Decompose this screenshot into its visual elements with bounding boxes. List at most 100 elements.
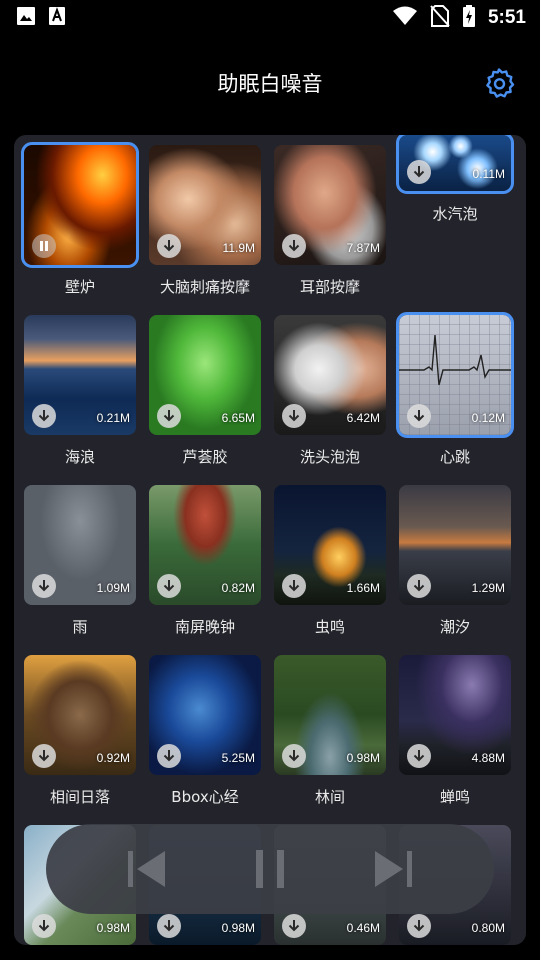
sound-item[interactable]: 1.09M 雨 <box>24 485 140 645</box>
sound-thumbnail: 11.9M <box>149 145 261 265</box>
download-icon[interactable] <box>157 574 181 598</box>
sound-item[interactable]: 11.9M 大脑刺痛按摩 <box>149 145 265 305</box>
sound-item[interactable]: 6.65M 芦荟胶 <box>149 315 265 475</box>
pause-indicator-icon[interactable] <box>32 234 56 258</box>
sound-label: 洗头泡泡 <box>299 448 360 466</box>
sound-item[interactable]: 6.42M 洗头泡泡 <box>274 315 390 475</box>
sound-item[interactable]: 1.29M 潮汐 <box>399 485 515 645</box>
download-icon[interactable] <box>32 914 56 938</box>
file-size: 0.92M <box>96 751 130 765</box>
file-size: 7.87M <box>346 241 380 255</box>
sound-label: 雨 <box>72 618 88 636</box>
sound-label: 壁炉 <box>64 278 95 296</box>
pause-icon <box>255 850 284 888</box>
status-right: 5:51 <box>392 5 526 31</box>
sound-label: 水汽泡 <box>432 205 478 223</box>
sound-thumbnail: 0.92M <box>24 655 136 775</box>
sound-label: 蝉鸣 <box>439 788 470 806</box>
sound-label: 芦荟胶 <box>182 448 228 466</box>
sound-thumbnail: 0.11M <box>396 135 514 194</box>
wifi-icon <box>392 6 418 30</box>
sound-item[interactable]: 1.66M 虫鸣 <box>274 485 390 645</box>
file-size: 0.82M <box>221 581 255 595</box>
file-size: 1.09M <box>96 581 130 595</box>
file-size: 1.29M <box>471 581 505 595</box>
file-size: 0.80M <box>471 921 505 935</box>
download-icon[interactable] <box>407 744 431 768</box>
sound-label: Bbox心经 <box>171 788 239 806</box>
file-size: 0.11M <box>472 167 505 181</box>
download-icon[interactable] <box>32 574 56 598</box>
sound-item[interactable]: 0.12M 心跳 <box>396 312 515 475</box>
download-icon[interactable] <box>157 234 181 258</box>
download-icon[interactable] <box>32 744 56 768</box>
sound-item[interactable]: 0.98M 林间 <box>274 655 390 815</box>
sound-thumbnail: 5.25M <box>149 655 261 775</box>
file-size: 0.21M <box>96 411 130 425</box>
file-size: 0.46M <box>346 921 380 935</box>
gear-icon <box>486 68 515 98</box>
sound-thumbnail: 7.87M <box>274 145 386 265</box>
status-left <box>16 6 66 30</box>
sound-thumbnail: 0.82M <box>149 485 261 605</box>
status-time: 5:51 <box>487 7 526 28</box>
sound-thumbnail: 6.42M <box>274 315 386 435</box>
download-icon[interactable] <box>282 404 306 428</box>
sound-item[interactable]: 0.82M 南屏晚钟 <box>149 485 265 645</box>
page-title: 助眠白噪音 <box>217 72 323 96</box>
download-icon[interactable] <box>282 234 306 258</box>
file-size: 5.25M <box>221 751 255 765</box>
download-icon[interactable] <box>157 914 181 938</box>
download-icon[interactable] <box>407 914 431 938</box>
file-size: 6.42M <box>346 411 380 425</box>
file-size: 0.98M <box>346 751 380 765</box>
sound-item[interactable]: 0.92M 相间日落 <box>24 655 140 815</box>
text-a-icon <box>48 6 66 30</box>
sound-label: 大脑刺痛按摩 <box>159 278 250 296</box>
download-icon[interactable] <box>32 404 56 428</box>
download-icon[interactable] <box>407 574 431 598</box>
file-size: 6.65M <box>221 411 255 425</box>
sound-label: 南屏晚钟 <box>174 618 235 636</box>
skip-previous-icon <box>128 851 166 887</box>
previous-button[interactable] <box>122 844 172 894</box>
sound-thumbnail: 0.98M <box>274 655 386 775</box>
no-sim-icon <box>430 5 450 31</box>
sound-thumbnail: 4.88M <box>399 655 511 775</box>
download-icon[interactable] <box>407 160 431 184</box>
download-icon[interactable] <box>157 744 181 768</box>
file-size: 4.88M <box>471 751 505 765</box>
sound-thumbnail <box>21 142 139 268</box>
sound-thumbnail: 6.65M <box>149 315 261 435</box>
file-size: 0.98M <box>96 921 130 935</box>
sound-label: 林间 <box>314 788 345 806</box>
file-size: 11.9M <box>222 241 255 255</box>
download-icon[interactable] <box>407 404 431 428</box>
file-size: 1.66M <box>346 581 380 595</box>
header: 助眠白噪音 <box>0 56 540 110</box>
sound-thumbnail: 1.66M <box>274 485 386 605</box>
sound-label: 潮汐 <box>439 618 470 636</box>
sound-item[interactable]: 5.25M Bbox心经 <box>149 655 265 815</box>
status-bar: 5:51 <box>0 0 540 36</box>
download-icon[interactable] <box>157 404 181 428</box>
sound-item[interactable]: 0.11M 水汽泡 <box>396 135 515 295</box>
sound-thumbnail: 1.09M <box>24 485 136 605</box>
player-bar <box>46 824 494 914</box>
sound-item[interactable]: 7.87M 耳部按摩 <box>274 145 390 305</box>
download-icon[interactable] <box>282 914 306 938</box>
image-icon <box>16 6 36 30</box>
sound-item[interactable]: 0.21M 海浪 <box>24 315 140 475</box>
sound-label: 海浪 <box>64 448 95 466</box>
sound-item[interactable]: 4.88M 蝉鸣 <box>399 655 515 815</box>
download-icon[interactable] <box>282 744 306 768</box>
sound-item[interactable]: 壁炉 <box>21 142 140 305</box>
pause-button[interactable] <box>245 844 295 894</box>
settings-button[interactable] <box>482 66 516 100</box>
next-button[interactable] <box>368 844 418 894</box>
file-size: 0.12M <box>471 411 505 425</box>
sound-thumbnail: 0.12M <box>396 312 514 438</box>
download-icon[interactable] <box>282 574 306 598</box>
sound-label: 耳部按摩 <box>299 278 360 296</box>
sound-thumbnail: 0.21M <box>24 315 136 435</box>
